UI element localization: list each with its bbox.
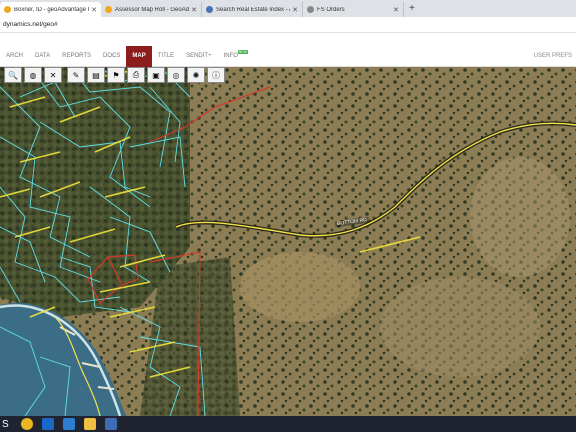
search-icon[interactable]: 🔍 bbox=[4, 67, 22, 83]
nav-docs[interactable]: DOCS bbox=[97, 46, 126, 67]
nav-data[interactable]: DATA bbox=[29, 46, 56, 67]
close-icon[interactable]: ✕ bbox=[191, 6, 197, 14]
app-nav: ARCH DATA REPORTS DOCS MAP TITLE SENDIT+… bbox=[0, 45, 576, 67]
nav-sendit[interactable]: SENDIT+ bbox=[180, 46, 218, 67]
close-icon[interactable]: ✕ bbox=[91, 6, 97, 14]
nav-title[interactable]: TITLE bbox=[152, 46, 180, 67]
chrome-icon[interactable] bbox=[20, 418, 33, 430]
folder-icon[interactable] bbox=[83, 418, 96, 430]
layers-icon[interactable]: ▤ bbox=[87, 67, 105, 83]
browser-tab-assessor-map[interactable]: Assessor Map Roll - GeoAdvan ✕ bbox=[101, 2, 202, 17]
header-spacer bbox=[0, 33, 576, 46]
new-tab-button[interactable]: + bbox=[404, 2, 420, 17]
aerial-map[interactable]: BOTTOM RD bbox=[0, 67, 576, 416]
nav-reports[interactable]: REPORTS bbox=[56, 46, 97, 67]
nav-info-label: INFO bbox=[223, 52, 238, 59]
favicon-icon bbox=[105, 6, 112, 13]
settings-icon[interactable]: ✺ bbox=[187, 67, 205, 83]
tab-title: FS Orders bbox=[317, 6, 345, 13]
tab-title: Boxner, ID - geoAdvantage In bbox=[14, 6, 90, 13]
flag-icon[interactable] bbox=[104, 418, 117, 430]
favicon-icon bbox=[4, 6, 11, 13]
favicon-icon bbox=[206, 6, 213, 13]
close-icon[interactable]: ✕ bbox=[393, 6, 399, 14]
browser-tab-search-real-estate[interactable]: Search Real Estate Index - AZ R ✕ bbox=[202, 2, 303, 17]
info-icon[interactable]: ⓘ bbox=[207, 67, 225, 83]
briefcase-icon[interactable]: ▣ bbox=[147, 67, 165, 83]
browser-tab-orders[interactable]: FS Orders ✕ bbox=[303, 2, 404, 17]
url-text: dynamics.net/geo# bbox=[3, 21, 58, 28]
outlook-icon[interactable] bbox=[41, 418, 54, 430]
tab-title: Search Real Estate Index - AZ R bbox=[216, 6, 290, 13]
windows-icon[interactable] bbox=[62, 418, 75, 430]
measure-icon[interactable]: ✎ bbox=[67, 67, 85, 83]
nav-map[interactable]: MAP bbox=[126, 45, 152, 67]
address-bar[interactable]: dynamics.net/geo# bbox=[0, 17, 576, 33]
search-letter[interactable]: S bbox=[2, 419, 9, 430]
print-icon[interactable]: ⎙ bbox=[127, 67, 145, 83]
map-canvas bbox=[0, 67, 576, 416]
browser-tab-strip: Boxner, ID - geoAdvantage In ✕ Assessor … bbox=[0, 0, 576, 17]
nav-info[interactable]: INFO NEW bbox=[218, 46, 248, 67]
os-taskbar: S bbox=[0, 416, 576, 432]
bookmark-icon[interactable]: ⚑ bbox=[107, 67, 125, 83]
map-toolbar: 🔍 ◍ ✕ ✎ ▤ ⚑ ⎙ ▣ ◎ ✺ ⓘ bbox=[4, 67, 225, 84]
new-badge: NEW bbox=[237, 49, 248, 54]
nav-search[interactable]: ARCH bbox=[0, 46, 29, 67]
globe-icon[interactable]: ◍ bbox=[24, 67, 42, 83]
favicon-icon bbox=[307, 6, 314, 13]
clear-icon[interactable]: ✕ bbox=[44, 67, 62, 83]
close-icon[interactable]: ✕ bbox=[292, 6, 298, 14]
tab-title: Assessor Map Roll - GeoAdvan bbox=[115, 6, 190, 13]
target-icon[interactable]: ◎ bbox=[167, 67, 185, 83]
browser-tab-geoadvantage[interactable]: Boxner, ID - geoAdvantage In ✕ bbox=[0, 2, 101, 17]
user-prefs-link[interactable]: USER PREFS bbox=[534, 53, 576, 59]
